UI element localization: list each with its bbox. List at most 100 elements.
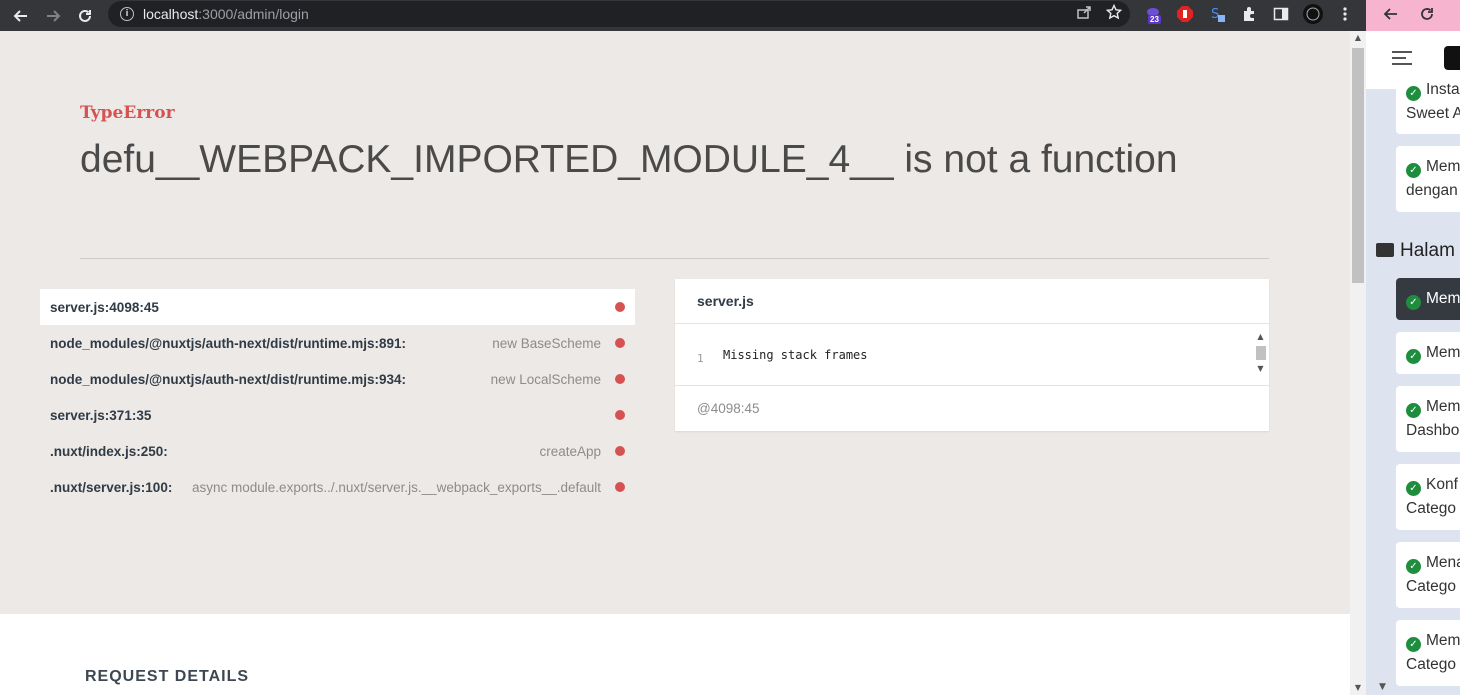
share-icon[interactable]	[1076, 4, 1092, 24]
url-text[interactable]: localhost:3000/admin/login	[143, 6, 309, 22]
extension-hat-icon[interactable]: 23	[1142, 3, 1164, 25]
code-scrollbar[interactable]: ▲ ▼	[1254, 332, 1267, 378]
card-title: Insta	[1426, 81, 1460, 98]
check-icon: ✓	[1406, 559, 1421, 574]
stack-frame[interactable]: server.js:371:35	[40, 397, 635, 433]
browser-toolbar: i localhost:3000/admin/login 23 S	[0, 0, 1366, 31]
scroll-down-icon[interactable]: ▼	[1350, 681, 1366, 695]
sidebar-card[interactable]: ✓ Mena Catego	[1396, 542, 1460, 608]
extensions-puzzle-icon[interactable]	[1238, 3, 1260, 25]
sidebar-card[interactable]: ✓ Mem dengan	[1396, 146, 1460, 212]
bookmark-star-icon[interactable]	[1105, 3, 1123, 24]
frame-dot-icon	[615, 482, 625, 492]
sidebar-card-active[interactable]: ✓ Mem	[1396, 278, 1460, 320]
extension-s-icon[interactable]: S	[1206, 3, 1228, 25]
check-icon: ✓	[1406, 163, 1421, 178]
stack-frame[interactable]: .nuxt/index.js:250: createApp	[40, 433, 635, 469]
frame-function: createApp	[539, 443, 601, 459]
sidebar-card[interactable]: ✓ Mem Catego	[1396, 620, 1460, 686]
line-number: 1	[697, 352, 704, 365]
card-title: Mem	[1426, 158, 1460, 175]
check-icon: ✓	[1406, 86, 1421, 101]
back-icon[interactable]	[10, 5, 32, 27]
card-subtitle: Catego	[1406, 656, 1456, 673]
adblock-icon[interactable]	[1174, 3, 1196, 25]
scroll-up-icon[interactable]: ▲	[1254, 332, 1267, 342]
error-type: TypeError	[80, 103, 175, 123]
address-bar[interactable]: i localhost:3000/admin/login	[108, 1, 1130, 27]
request-details-heading: REQUEST DETAILS	[85, 668, 250, 685]
code-body: 1 Missing stack frames ▲ ▼	[675, 324, 1269, 386]
request-details-section: REQUEST DETAILS	[0, 614, 1350, 695]
logo-icon	[1444, 46, 1460, 70]
section-title-text: Halam	[1400, 240, 1455, 261]
code-filename: server.js	[675, 279, 1269, 324]
frame-dot-icon	[615, 410, 625, 420]
frame-dot-icon	[615, 374, 625, 384]
card-title: Mem	[1426, 398, 1460, 415]
frame-dot-icon	[615, 302, 625, 312]
url-host: localhost	[143, 6, 199, 22]
stack-frame[interactable]: node_modules/@nuxtjs/auth-next/dist/runt…	[40, 325, 635, 361]
frame-dot-icon	[615, 446, 625, 456]
side-window: ✓ Insta Sweet A ✓ Mem dengan Halam ✓ Mem ✓ M…	[1366, 0, 1460, 695]
profile-avatar-icon[interactable]	[1302, 3, 1324, 25]
reload-icon[interactable]	[74, 5, 96, 27]
extension-badge: 23	[1148, 15, 1161, 24]
side-browser-toolbar	[1366, 0, 1460, 31]
section-title: Halam	[1376, 240, 1455, 262]
frame-file: .nuxt/server.js:100:	[50, 479, 173, 495]
card-title: Mem	[1426, 290, 1460, 307]
menu-kebab-icon[interactable]	[1334, 3, 1356, 25]
card-title: Konf	[1426, 476, 1458, 493]
stack-frame[interactable]: node_modules/@nuxtjs/auth-next/dist/runt…	[40, 361, 635, 397]
side-panel-icon[interactable]	[1270, 3, 1292, 25]
scroll-down-icon[interactable]: ▼	[1379, 682, 1386, 692]
url-path: :3000/admin/login	[198, 6, 309, 22]
frame-dot-icon	[615, 338, 625, 348]
back-icon[interactable]	[1383, 6, 1399, 26]
forward-icon[interactable]	[42, 5, 64, 27]
card-title: Mena	[1426, 554, 1460, 571]
card-subtitle: Catego	[1406, 500, 1456, 517]
page-scroll-thumb[interactable]	[1352, 48, 1364, 283]
info-icon[interactable]: i	[120, 7, 134, 21]
card-subtitle: Sweet A	[1406, 105, 1460, 122]
code-location: @4098:45	[697, 400, 760, 416]
stack-frames-list: server.js:4098:45 node_modules/@nuxtjs/a…	[40, 289, 635, 505]
sidebar-card[interactable]: ✓ Mem	[1396, 332, 1460, 374]
frame-function: async module.exports../.nuxt/server.js._…	[192, 479, 601, 495]
code-preview-panel: server.js 1 Missing stack frames ▲ ▼ @40…	[675, 279, 1269, 431]
reload-icon[interactable]	[1419, 6, 1435, 26]
frame-file: server.js:371:35	[50, 407, 152, 423]
sidebar-card[interactable]: ✓ Mem Dashbo	[1396, 386, 1460, 452]
page-scrollbar[interactable]: ▲ ▼	[1350, 31, 1366, 695]
card-title: Mem	[1426, 344, 1460, 361]
frame-file: node_modules/@nuxtjs/auth-next/dist/runt…	[50, 371, 406, 387]
frame-file: .nuxt/index.js:250:	[50, 443, 168, 459]
scroll-up-icon[interactable]: ▲	[1350, 31, 1366, 45]
sidebar-card[interactable]: ✓ Konf Catego	[1396, 464, 1460, 530]
sidebar-card[interactable]: ✓ Insta Sweet A	[1396, 76, 1460, 134]
code-line: Missing stack frames	[723, 348, 868, 362]
check-icon: ✓	[1406, 403, 1421, 418]
frame-function: new LocalScheme	[490, 371, 601, 387]
hamburger-menu-icon[interactable]	[1392, 51, 1412, 69]
check-icon: ✓	[1406, 637, 1421, 652]
divider	[80, 258, 1269, 259]
scroll-down-icon[interactable]: ▼	[1254, 364, 1267, 374]
error-message: defu__WEBPACK_IMPORTED_MODULE_4__ is not…	[80, 138, 1178, 181]
scroll-thumb[interactable]	[1255, 346, 1266, 360]
card-subtitle: dengan	[1406, 182, 1458, 199]
frame-file: server.js:4098:45	[50, 299, 159, 315]
check-icon: ✓	[1406, 481, 1421, 496]
frame-function: new BaseScheme	[492, 335, 601, 351]
stack-frame[interactable]: .nuxt/server.js:100: async module.export…	[40, 469, 635, 505]
card-subtitle: Catego	[1406, 578, 1456, 595]
card-subtitle: Dashbo	[1406, 422, 1460, 439]
check-icon: ✓	[1406, 295, 1421, 310]
card-title: Mem	[1426, 632, 1460, 649]
stack-frame[interactable]: server.js:4098:45	[40, 289, 635, 325]
check-icon: ✓	[1406, 349, 1421, 364]
folder-icon	[1376, 243, 1394, 257]
